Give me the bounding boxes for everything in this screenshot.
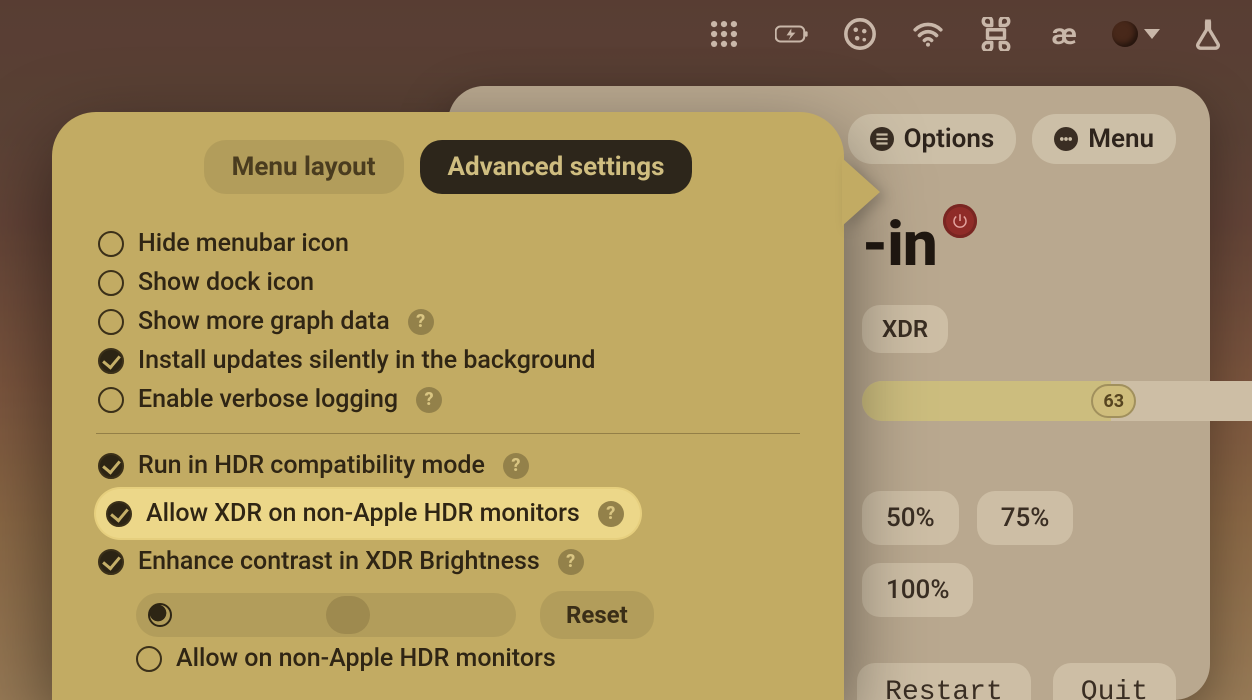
checkbox-icon[interactable] — [136, 646, 162, 672]
opt-hdr-compat[interactable]: Run in HDR compatibility mode ? — [96, 446, 800, 485]
tab-menu-layout[interactable]: Menu layout — [204, 140, 404, 194]
opt-xdr-nonapple[interactable]: Allow XDR on non-Apple HDR monitors ? — [96, 489, 640, 538]
xdr-tag[interactable]: XDR — [862, 305, 948, 353]
quit-button[interactable]: Quit — [1053, 663, 1176, 700]
opt-label: Run in HDR compatibility mode — [138, 451, 485, 480]
checkbox-checked-icon[interactable] — [98, 348, 124, 374]
slider-knob[interactable] — [326, 596, 370, 634]
opt-verbose-logging[interactable]: Enable verbose logging ? — [96, 380, 800, 419]
cookie-icon[interactable] — [840, 14, 880, 54]
tab-advanced-settings[interactable]: Advanced settings — [420, 140, 693, 194]
checkbox-checked-icon[interactable] — [98, 549, 124, 575]
opt-label: Allow XDR on non-Apple HDR monitors — [146, 499, 580, 528]
preset-50[interactable]: 50% — [862, 491, 959, 545]
opt-label: Show dock icon — [138, 268, 314, 297]
divider — [96, 433, 800, 434]
opt-label: Allow on non-Apple HDR monitors — [176, 644, 556, 673]
brightness-slider[interactable]: 63 — [862, 381, 1252, 421]
battery-charging-icon[interactable] — [772, 14, 812, 54]
list-icon — [870, 127, 894, 151]
menubar: æ — [0, 0, 1252, 68]
checkbox-checked-icon[interactable] — [106, 501, 132, 527]
settings-popover: Menu layout Advanced settings Hide menub… — [52, 112, 844, 700]
opt-silent-updates[interactable]: Install updates silently in the backgrou… — [96, 341, 800, 380]
opt-more-graph[interactable]: Show more graph data ? — [96, 302, 800, 341]
contrast-icon — [148, 603, 172, 627]
checkbox-icon[interactable] — [98, 270, 124, 296]
opt-show-dock[interactable]: Show dock icon — [96, 263, 800, 302]
color-picker-icon[interactable] — [1112, 21, 1160, 47]
opt-label: Hide menubar icon — [138, 229, 349, 258]
checkbox-icon[interactable] — [98, 231, 124, 257]
options-button-label: Options — [904, 124, 995, 154]
grid-dots-icon[interactable] — [704, 14, 744, 54]
wifi-icon[interactable] — [908, 14, 948, 54]
opt-hide-menubar[interactable]: Hide menubar icon — [96, 224, 800, 263]
menu-button-label: Menu — [1088, 124, 1154, 154]
preset-100[interactable]: 100% — [862, 563, 973, 617]
checkbox-icon[interactable] — [98, 387, 124, 413]
menu-button[interactable]: Menu — [1032, 114, 1176, 164]
power-badge-icon[interactable] — [943, 204, 977, 238]
restart-button[interactable]: Restart — [857, 663, 1031, 700]
opt-label: Install updates silently in the backgrou… — [138, 346, 596, 375]
opt-label: Show more graph data — [138, 307, 390, 336]
help-icon[interactable]: ? — [558, 549, 584, 575]
opt-label: Enable verbose logging — [138, 385, 398, 414]
opt-label: Enhance contrast in XDR Brightness — [138, 547, 540, 576]
help-icon[interactable]: ? — [408, 309, 434, 335]
command-icon[interactable] — [976, 14, 1016, 54]
help-icon[interactable]: ? — [598, 501, 624, 527]
ae-ligature-icon[interactable]: æ — [1044, 14, 1084, 54]
opt-enhance-contrast[interactable]: Enhance contrast in XDR Brightness ? — [96, 542, 800, 581]
brightness-value: 63 — [1091, 384, 1136, 418]
flask-icon[interactable] — [1188, 14, 1228, 54]
contrast-slider[interactable] — [136, 593, 516, 637]
help-icon[interactable]: ? — [416, 387, 442, 413]
options-button[interactable]: Options — [848, 114, 1017, 164]
opt-allow-nonapple-2[interactable]: Allow on non-Apple HDR monitors — [96, 639, 800, 678]
settings-tabs: Menu layout Advanced settings — [96, 140, 800, 194]
checkbox-icon[interactable] — [98, 309, 124, 335]
dots-icon — [1054, 127, 1078, 151]
reset-button[interactable]: Reset — [540, 591, 654, 639]
help-icon[interactable]: ? — [503, 453, 529, 479]
preset-75[interactable]: 75% — [977, 491, 1074, 545]
checkbox-checked-icon[interactable] — [98, 453, 124, 479]
